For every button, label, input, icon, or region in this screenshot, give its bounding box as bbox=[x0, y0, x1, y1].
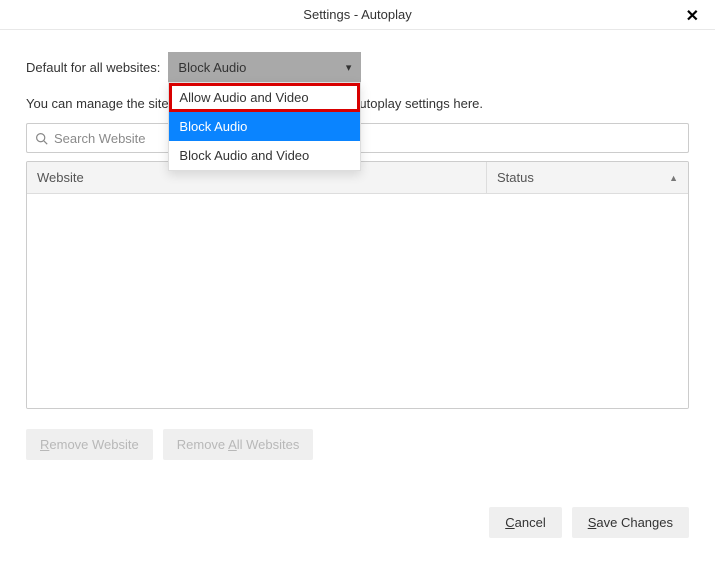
titlebar: Settings - Autoplay ✕ bbox=[0, 0, 715, 30]
dialog-footer: Cancel Save Changes bbox=[489, 507, 689, 538]
column-status-label: Status bbox=[497, 170, 534, 185]
option-block-audio[interactable]: Block Audio bbox=[169, 112, 360, 141]
close-icon[interactable]: ✕ bbox=[680, 4, 705, 28]
table-body bbox=[27, 194, 688, 408]
chevron-down-icon: ▾ bbox=[346, 61, 352, 74]
default-label: Default for all websites: bbox=[26, 60, 160, 75]
content-area: Default for all websites: Block Audio ▾ … bbox=[0, 30, 715, 460]
default-row: Default for all websites: Block Audio ▾ … bbox=[26, 52, 689, 82]
default-dropdown: Allow Audio and Video Block Audio Block … bbox=[168, 82, 361, 171]
option-block-audio-video[interactable]: Block Audio and Video bbox=[169, 141, 360, 170]
option-allow-audio-video[interactable]: Allow Audio and Video bbox=[169, 83, 360, 112]
default-select[interactable]: Block Audio ▾ bbox=[168, 52, 361, 82]
search-icon bbox=[35, 132, 48, 145]
default-select-wrap: Block Audio ▾ Allow Audio and Video Bloc… bbox=[168, 52, 361, 82]
window-title: Settings - Autoplay bbox=[303, 7, 411, 22]
column-website-label: Website bbox=[37, 170, 84, 185]
website-table: Website Status ▲ bbox=[26, 161, 689, 409]
remove-buttons-row: Remove Website Remove All Websites bbox=[26, 429, 689, 460]
sort-ascending-icon: ▲ bbox=[669, 173, 678, 183]
select-current-value: Block Audio bbox=[178, 60, 246, 75]
search-input[interactable] bbox=[54, 131, 680, 146]
save-changes-button[interactable]: Save Changes bbox=[572, 507, 689, 538]
remove-all-websites-button[interactable]: Remove All Websites bbox=[163, 429, 314, 460]
cancel-button[interactable]: Cancel bbox=[489, 507, 561, 538]
remove-website-button[interactable]: Remove Website bbox=[26, 429, 153, 460]
column-status[interactable]: Status ▲ bbox=[487, 162, 688, 193]
